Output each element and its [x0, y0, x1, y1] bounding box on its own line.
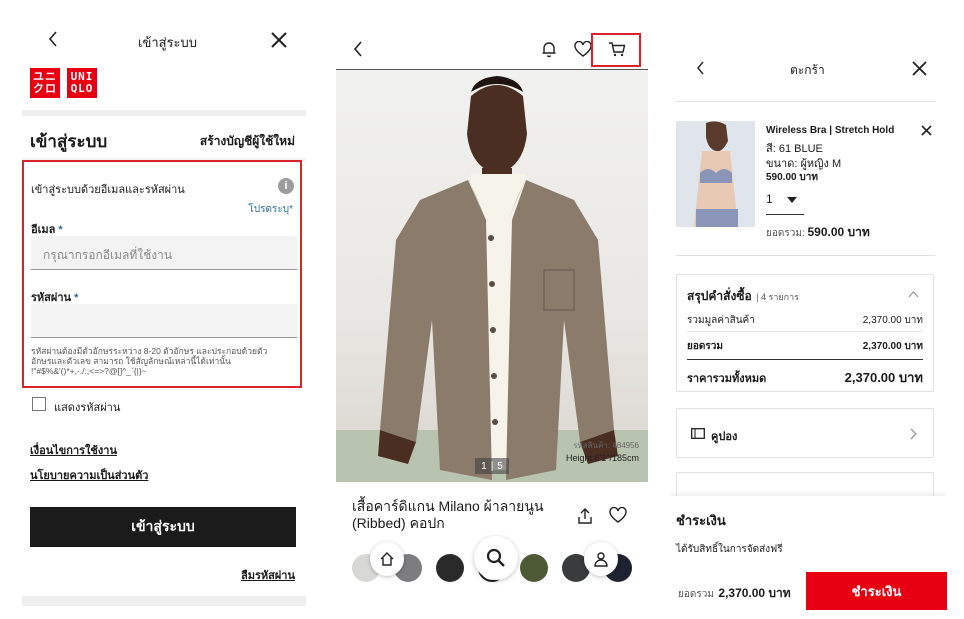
privacy-link[interactable]: นโยบายความเป็นส่วนตัว — [30, 466, 148, 484]
home-button[interactable] — [370, 542, 404, 576]
subtotal-label: ยอดรวม — [687, 341, 723, 352]
merch-label: รวมมูลค่าสินค้า — [687, 315, 755, 326]
form-title: เข้าสู่ระบบด้วยอีเมลและรหัสผ่าน — [31, 184, 185, 196]
remove-item-icon[interactable] — [918, 122, 934, 138]
item-name[interactable]: Wireless Bra | Stretch Hold — [766, 125, 894, 136]
quantity-select[interactable]: 1 — [766, 190, 804, 215]
show-password-label[interactable]: แสดงรหัสผ่าน — [54, 398, 120, 416]
total-label: ราคารวมทั้งหมด — [687, 373, 767, 385]
color-swatch[interactable] — [436, 554, 464, 582]
summary-title: สรุปคำสั่งซื้อ | 4 รายการ — [687, 289, 799, 303]
cart-screen: ตะกร้า Wireless Bra | Stretch Hold สี: 6… — [670, 0, 947, 619]
free-shipping-note: ได้รับสิทธิ์ในการจัดส่งฟรี — [676, 544, 783, 555]
account-button[interactable] — [584, 542, 618, 576]
forgot-password-link[interactable]: ลืมรหัสผ่าน — [241, 566, 295, 584]
bra-model-image — [676, 121, 755, 227]
password-hint: รหัสผ่านต้องมีตัวอักษรระหว่าง 8-20 ตัวอั… — [31, 346, 268, 376]
color-swatch[interactable] — [520, 554, 548, 582]
show-password-checkbox[interactable] — [32, 397, 46, 411]
bell-icon[interactable] — [538, 38, 560, 60]
chevron-right-icon — [910, 428, 917, 440]
divider — [676, 255, 935, 256]
item-subtotal: ยอดรวม: 590.00 บาท — [766, 225, 870, 239]
payment-title: ชำระเงิน — [676, 513, 726, 528]
cart-header-title: ตะกร้า — [790, 63, 825, 77]
home-icon — [380, 552, 394, 566]
create-account-link[interactable]: สร้างบัญชีผู้ใช้ใหม่ — [200, 132, 295, 151]
close-icon[interactable] — [267, 28, 291, 52]
required-note: โปรดระบุ* — [248, 204, 293, 215]
chevron-up-icon[interactable] — [905, 287, 921, 301]
user-icon — [594, 552, 608, 567]
login-header-title: เข้าสู่ระบบ — [138, 35, 198, 50]
login-button[interactable]: เข้าสู่ระบบ — [30, 507, 296, 547]
back-icon[interactable] — [42, 28, 64, 50]
item-price: 590.00 บาท — [766, 172, 818, 183]
total-value: 2,370.00 บาท — [844, 370, 923, 385]
search-button[interactable] — [474, 536, 518, 580]
share-icon[interactable] — [574, 505, 596, 527]
model-height: Height:6'1"/185cm — [566, 453, 639, 463]
login-form: เข้าสู่ระบบด้วยอีเมลและรหัสผ่าน i โปรดระ… — [22, 160, 302, 388]
search-icon — [486, 548, 505, 567]
product-name: เสื้อคาร์ดิแกน Milano ผ้าลายนูน (Ribbed)… — [352, 498, 544, 531]
login-header: เข้าสู่ระบบ — [22, 0, 306, 70]
pay-button[interactable]: ชำระเงิน — [806, 572, 947, 610]
quantity-value: 1 — [766, 192, 773, 206]
cart-icon[interactable] — [606, 38, 628, 60]
divider — [687, 359, 923, 360]
divider — [687, 331, 923, 332]
login-screen: เข้าสู่ระบบ ユニ クロ UNI QLO เข้าสู่ระบบ สร้า… — [22, 0, 306, 606]
product-screen: รหัสสินค้า: 484956 Height:6'1"/185cm 1 | 5… — [336, 0, 648, 619]
divider — [676, 101, 935, 102]
coupon-row[interactable]: คูปอง — [676, 408, 934, 458]
email-field[interactable]: กรุณากรอกอีเมลที่ใช้งาน — [31, 236, 297, 270]
chevron-down-icon — [787, 197, 797, 203]
close-icon[interactable] — [908, 57, 930, 79]
logo-latin: UNI QLO — [67, 68, 97, 98]
login-section-title: เข้าสู่ระบบ — [30, 132, 108, 151]
coupon-icon — [691, 428, 705, 439]
back-icon[interactable] — [348, 38, 368, 60]
image-counter: 1 | 5 — [475, 458, 509, 474]
checkout-footer: ชำระเงิน ได้รับสิทธิ์ในการจัดส่งฟรี ยอดร… — [670, 496, 947, 619]
item-thumbnail[interactable] — [676, 121, 755, 227]
cart-header: ตะกร้า — [670, 0, 947, 77]
coupon-label: คูปอง — [711, 431, 738, 443]
footer-total: ยอดรวม 2,370.00 บาท — [678, 586, 791, 600]
product-image[interactable]: รหัสสินค้า: 484956 Height:6'1"/185cm 1 | 5 — [336, 70, 648, 482]
model-code: รหัสสินค้า: 484956 — [573, 441, 639, 450]
favorite-icon[interactable] — [607, 504, 629, 526]
logo-katakana: ユニ クロ — [30, 68, 60, 98]
info-icon[interactable]: i — [278, 178, 294, 194]
password-field[interactable] — [31, 304, 297, 338]
back-icon[interactable] — [690, 58, 710, 78]
model-illustration — [336, 76, 648, 482]
order-summary-card: สรุปคำสั่งซื้อ | 4 รายการ รวมมูลค่าสินค้… — [676, 274, 934, 392]
terms-link[interactable]: เงื่อนไขการใช้งาน — [30, 441, 117, 459]
subtotal-value: 2,370.00 บาท — [862, 341, 923, 352]
email-placeholder: กรุณากรอกอีเมลที่ใช้งาน — [43, 248, 173, 262]
bottom-band — [22, 596, 306, 606]
divider — [22, 110, 306, 116]
merch-value: 2,370.00 บาท — [862, 315, 923, 326]
product-header — [336, 0, 648, 70]
